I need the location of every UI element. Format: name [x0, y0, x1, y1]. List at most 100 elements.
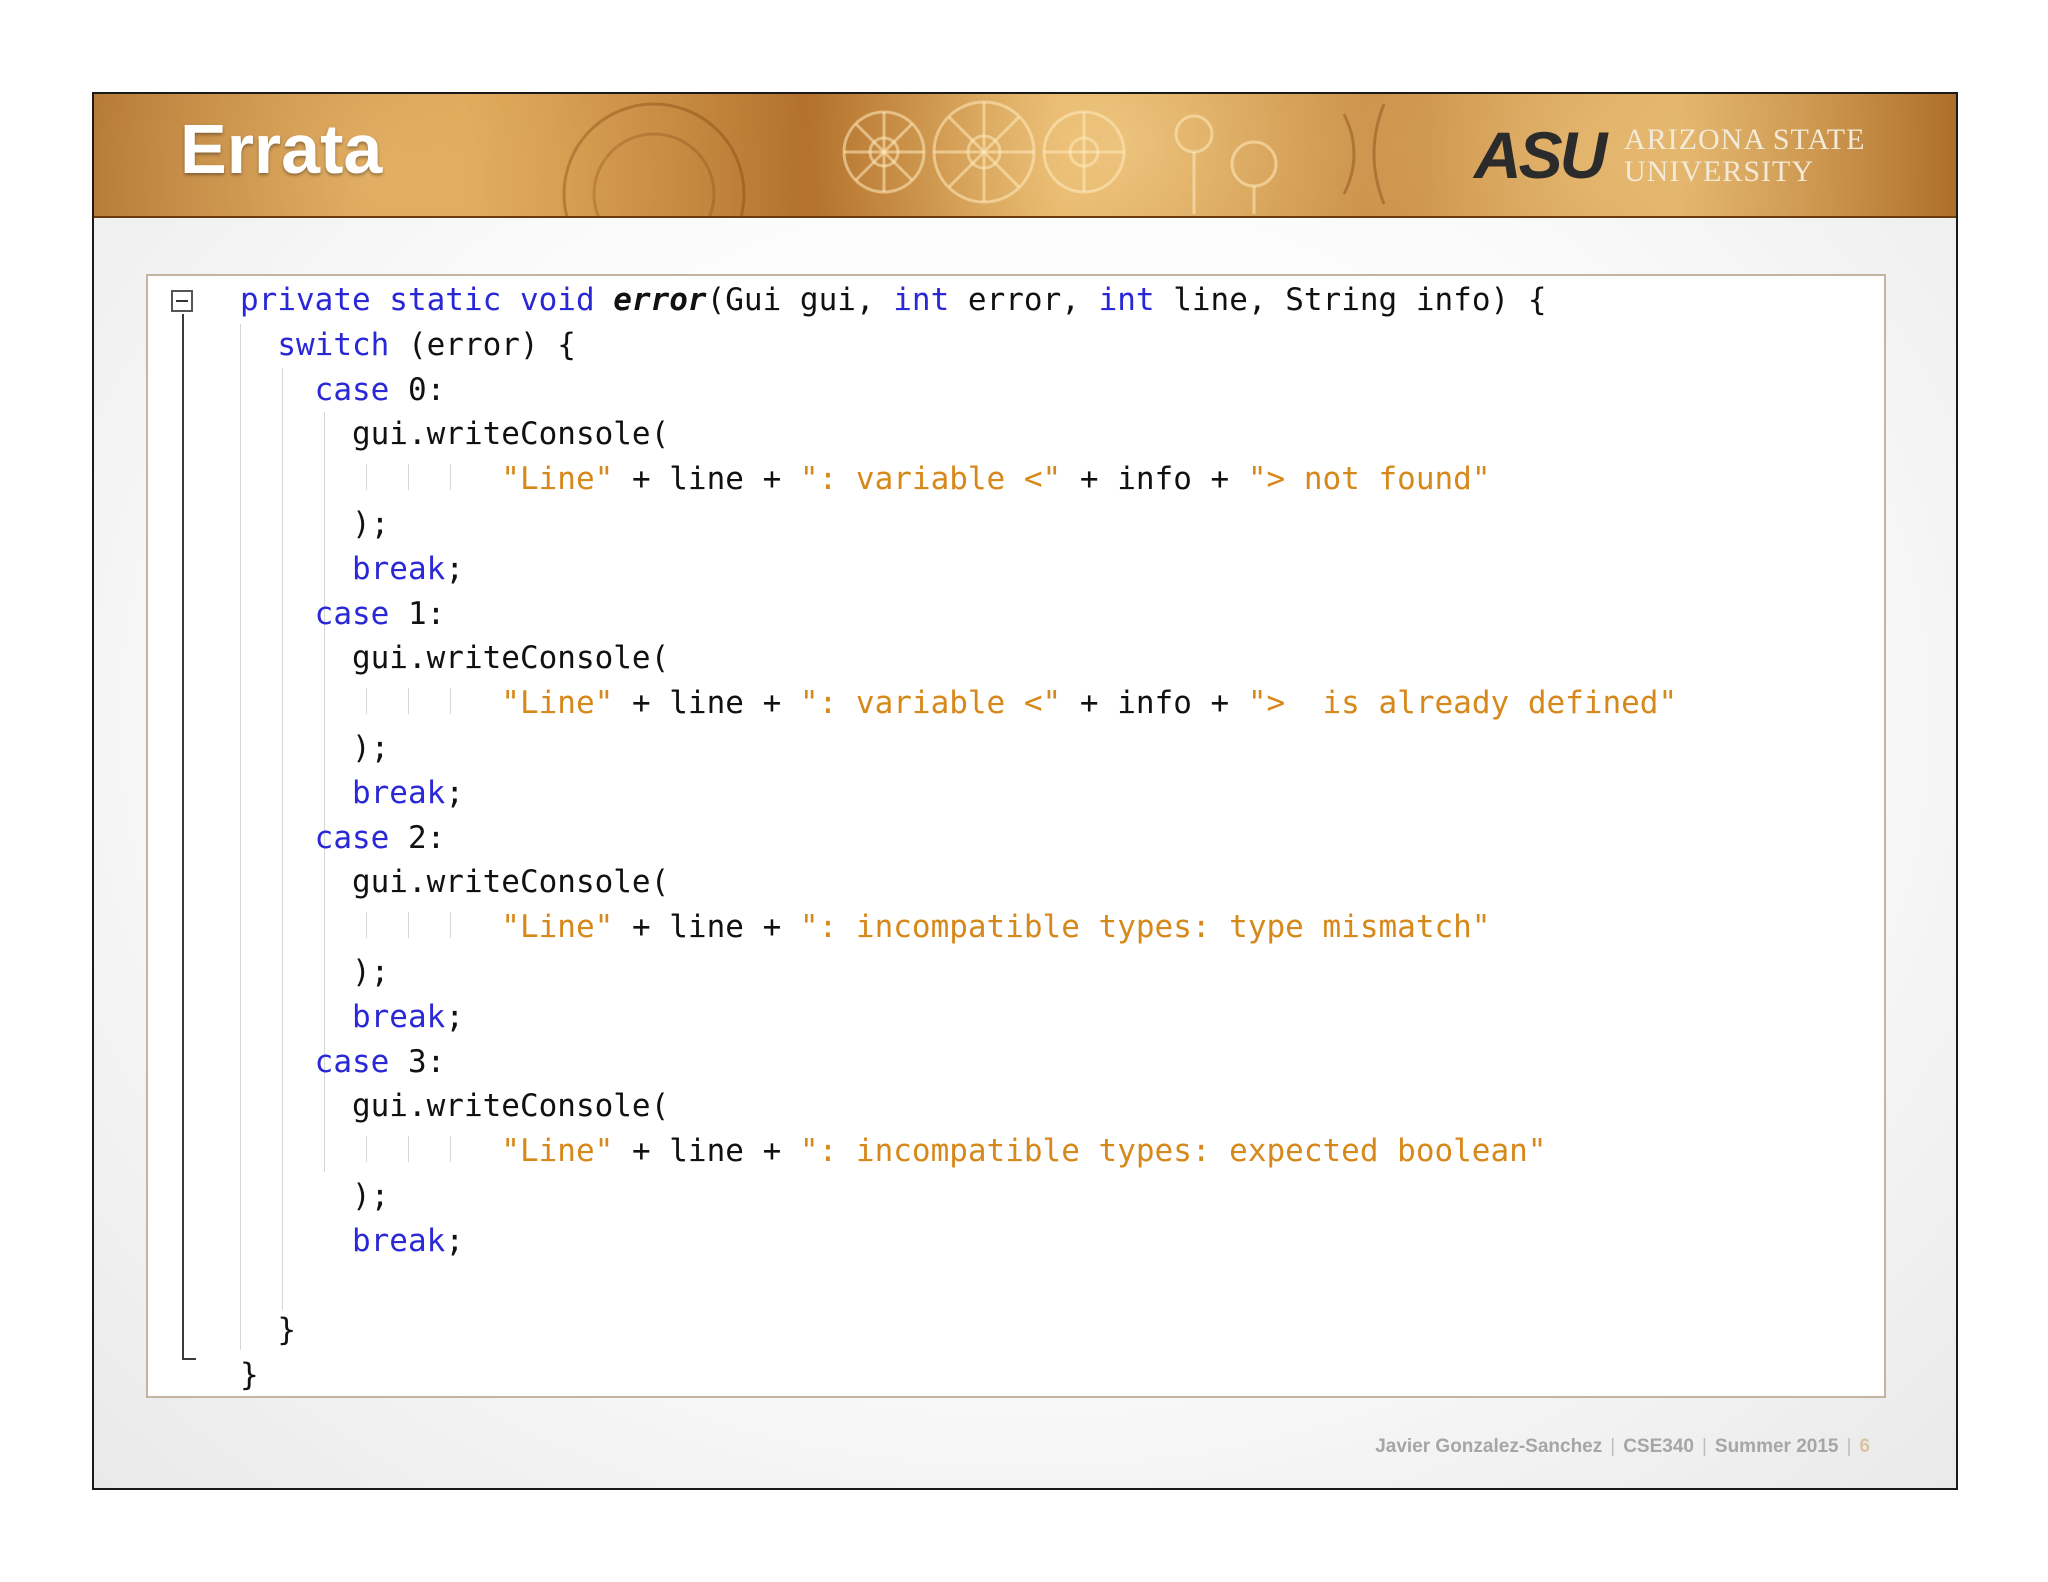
code-line: case 2:	[240, 816, 1677, 861]
code-token: private static void	[240, 282, 614, 318]
footer-course: CSE340	[1623, 1436, 1694, 1457]
code-line: private static void error(Gui gui, int e…	[240, 278, 1677, 323]
code-token: int	[1098, 282, 1155, 318]
code-line: break;	[240, 771, 1677, 816]
code-token: );	[240, 953, 390, 990]
code-token: break	[351, 998, 446, 1035]
code-token: case	[314, 819, 390, 856]
code-token: );	[240, 729, 390, 766]
asu-logo-line2: UNIVERSITY	[1624, 155, 1814, 188]
code-token: ;	[445, 774, 464, 811]
code-line: );	[240, 726, 1677, 771]
code-line: "Line" + line + ": variable <" + info + …	[240, 457, 1677, 502]
footer-term: Summer 2015	[1714, 1436, 1839, 1457]
code-line: "Line" + line + ": incompatible types: e…	[240, 1129, 1677, 1174]
code-token: ": variable <"	[799, 461, 1062, 498]
code-line: case 1:	[240, 592, 1677, 637]
code-token: (error) {	[389, 326, 576, 363]
asu-logo-mark: ASU	[1474, 118, 1607, 192]
code-token: + info +	[1061, 461, 1248, 498]
code-token: "Line"	[501, 685, 614, 722]
code-line: }	[240, 1308, 1677, 1353]
code-line: );	[240, 950, 1677, 995]
code-line: break;	[240, 995, 1677, 1040]
code-token: "Line"	[501, 909, 614, 946]
code-token: "Line"	[501, 1133, 614, 1170]
code-line: }	[240, 1353, 1677, 1398]
code-line: "Line" + line + ": incompatible types: t…	[240, 905, 1677, 950]
slide: Errata ASU ARIZONA STATE UNIVERSITY priv…	[92, 92, 1958, 1490]
code-token: );	[240, 1177, 390, 1214]
code-token: ": variable <"	[799, 685, 1062, 722]
fold-gutter-line	[182, 314, 184, 1360]
code-token: ": incompatible types: type mismatch"	[799, 909, 1491, 946]
code-token: case	[314, 1043, 390, 1080]
code-token: 1:	[389, 595, 446, 632]
code-line: gui.writeConsole(	[240, 412, 1677, 457]
code-editor-screenshot: private static void error(Gui gui, int e…	[146, 274, 1886, 1398]
code-token: }	[240, 1357, 259, 1394]
code-token: gui.writeConsole(	[240, 640, 670, 677]
code-token: "> is already defined"	[1247, 685, 1678, 722]
code-token: break	[351, 550, 446, 587]
code-line: );	[240, 1174, 1677, 1219]
asu-logo-line1: ARIZONA STATE	[1624, 123, 1866, 156]
code-token: ;	[445, 998, 464, 1035]
code-token: 0:	[389, 371, 446, 408]
code-token: error,	[949, 282, 1099, 318]
code-line: case 3:	[240, 1040, 1677, 1085]
code-line: break;	[240, 547, 1677, 592]
code-token: "Line"	[501, 461, 614, 498]
slide-footer: Javier Gonzalez-Sanchez | CSE340 | Summer 20…	[1375, 1436, 1870, 1457]
code-token: "> not found"	[1247, 461, 1491, 498]
code-token: gui.writeConsole(	[240, 1088, 670, 1125]
code-token: + line +	[613, 909, 800, 946]
code-token: 2:	[389, 819, 446, 856]
code-token: + line +	[613, 685, 800, 722]
code-token: break	[351, 1222, 446, 1259]
slide-title: Errata	[180, 110, 383, 188]
asu-logo-text: ARIZONA STATE UNIVERSITY	[1624, 124, 1865, 188]
code-line: "Line" + line + ": variable <" + info + …	[240, 681, 1677, 726]
code-token: break	[351, 774, 446, 811]
fold-gutter-end	[182, 1358, 196, 1360]
code-token: switch	[277, 326, 390, 363]
code-line: case 0:	[240, 368, 1677, 413]
code-token: + info +	[1061, 685, 1248, 722]
code-token: case	[314, 371, 390, 408]
code-token: + line +	[613, 461, 800, 498]
collapse-fold-icon	[171, 290, 193, 312]
code-line: gui.writeConsole(	[240, 860, 1677, 905]
code-token: }	[240, 1312, 296, 1349]
code-token: gui.writeConsole(	[240, 416, 670, 453]
title-banner: Errata ASU ARIZONA STATE UNIVERSITY	[94, 94, 1956, 218]
code-line: );	[240, 502, 1677, 547]
code-token: gui.writeConsole(	[240, 864, 670, 901]
footer-author: Javier Gonzalez-Sanchez	[1375, 1436, 1603, 1457]
code-token: int	[893, 282, 950, 318]
code-token: case	[314, 595, 390, 632]
code-token: ;	[445, 1222, 464, 1259]
code-token: ;	[445, 550, 464, 587]
code-token: error	[613, 282, 707, 318]
code-line: break;	[240, 1219, 1677, 1264]
footer-page-number: 6	[1859, 1436, 1870, 1457]
code-token: (Gui gui,	[706, 282, 894, 318]
asu-logo: ASU ARIZONA STATE UNIVERSITY	[1474, 120, 1874, 190]
code-token: line, String info) {	[1154, 282, 1547, 318]
code-line: switch (error) {	[240, 323, 1677, 368]
java-code-block: private static void error(Gui gui, int e…	[240, 278, 1677, 1398]
